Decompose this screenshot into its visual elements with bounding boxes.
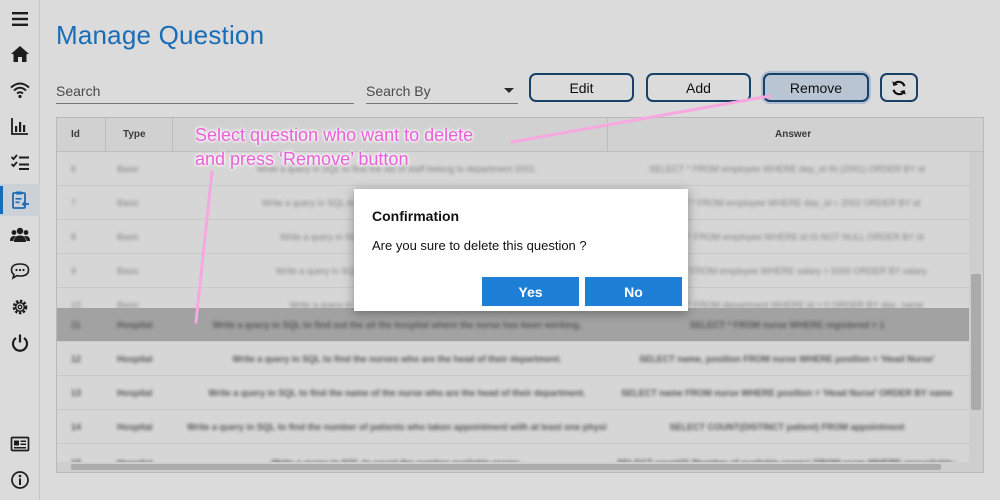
annotation-line-to-row xyxy=(194,170,214,324)
annotation-line-1: Select question who want to delete xyxy=(195,125,474,145)
annotation-line-to-remove xyxy=(510,94,772,144)
annotation-line-2: and press ‘Remove’ button xyxy=(195,149,409,169)
annotation-callout: Select question who want to delete and p… xyxy=(195,123,525,171)
annotation-arrows xyxy=(194,94,772,324)
